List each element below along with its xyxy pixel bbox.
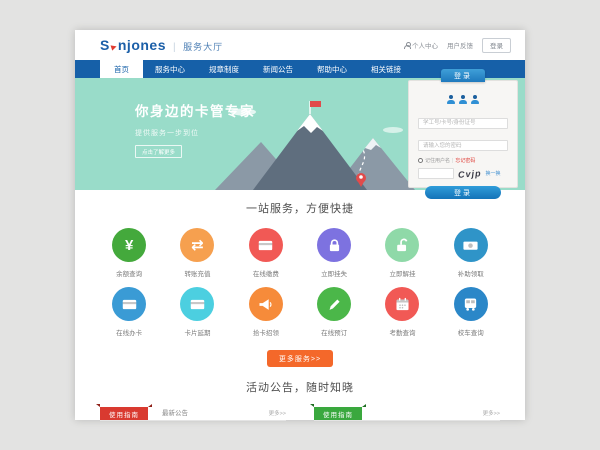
- card-icon: [249, 228, 283, 262]
- login-panel: 登录 记住用户名 | 忘记密码 Cvjp 换一换 登录: [408, 80, 518, 188]
- captcha-input[interactable]: [418, 168, 454, 179]
- person-icon: [404, 42, 410, 49]
- lock-open-icon: [385, 228, 419, 262]
- captcha-refresh-link[interactable]: 换一换: [486, 170, 501, 177]
- announcements-right-column: 使用指南 更多>>: [314, 405, 500, 421]
- pencil-icon: [317, 287, 351, 321]
- more-services-button[interactable]: 更多服务>>: [267, 350, 333, 367]
- tab-usage-guide-right[interactable]: 使用指南: [314, 407, 362, 420]
- service-school-bus-query[interactable]: 校车查询: [437, 287, 505, 337]
- bus-icon: [454, 287, 488, 321]
- announcements-section: 活动公告，随时知晓 使用指南 最新公告 更多>> 使用指南 更多>>: [75, 379, 525, 421]
- card-icon: [180, 287, 214, 321]
- tab-latest-announcements[interactable]: 最新公告: [162, 407, 188, 420]
- synjones-logo[interactable]: S▸njones | 服务大厅: [100, 37, 223, 53]
- service-balance-query[interactable]: ¥ 余额查询: [95, 228, 163, 278]
- more-link-right[interactable]: 更多>>: [483, 409, 500, 420]
- card-icon: [112, 287, 146, 321]
- calendar-icon: [385, 287, 419, 321]
- feedback-link[interactable]: 用户反馈: [447, 40, 473, 50]
- site-name: 服务大厅: [183, 40, 223, 53]
- service-online-payment[interactable]: 在线缴费: [232, 228, 300, 278]
- hero-cta-button[interactable]: 点击了解更多: [135, 145, 182, 158]
- logo-text: S: [100, 37, 110, 53]
- account-input[interactable]: [418, 118, 508, 129]
- services-title: 一站服务，方便快捷: [75, 200, 525, 216]
- nav-item-home[interactable]: 首页: [100, 60, 143, 78]
- service-online-booking[interactable]: 在线预订: [300, 287, 368, 337]
- hero-banner: 你身边的卡管专家 提供服务一步到位 点击了解更多 登录: [75, 78, 525, 190]
- remember-label: 记住用户名: [425, 157, 450, 164]
- yen-icon: ¥: [112, 228, 146, 262]
- announcements-title: 活动公告，随时知晓: [75, 379, 525, 395]
- captcha-image[interactable]: Cvjp: [458, 168, 482, 180]
- password-input[interactable]: [418, 140, 508, 151]
- personal-center-link[interactable]: 个人中心: [404, 40, 438, 50]
- service-card-extension[interactable]: 卡片延期: [163, 287, 231, 337]
- page: S▸njones | 服务大厅 个人中心 用户反馈 登录 首页 服务中心 规章制…: [75, 30, 525, 420]
- service-attendance-query[interactable]: 考勤查询: [368, 287, 436, 337]
- transfer-icon: ⇄: [180, 228, 214, 262]
- nav-item-rules[interactable]: 规章制度: [197, 60, 251, 78]
- nav-item-links[interactable]: 相关链接: [359, 60, 413, 78]
- logo-text: njones: [118, 37, 166, 53]
- users-icon: [418, 95, 508, 104]
- nav-item-news[interactable]: 新闻公告: [251, 60, 305, 78]
- announcements-left-column: 使用指南 最新公告 更多>>: [100, 405, 286, 421]
- service-online-card-apply[interactable]: 在线办卡: [95, 287, 163, 337]
- service-subsidy-collect[interactable]: 补助领取: [437, 228, 505, 278]
- service-report-loss[interactable]: 立即挂失: [300, 228, 368, 278]
- service-transfer-recharge[interactable]: ⇄ 转账充值: [163, 228, 231, 278]
- top-header: S▸njones | 服务大厅 个人中心 用户反馈 登录: [75, 30, 525, 60]
- mountain-illustration: [215, 90, 415, 190]
- banknote-icon: [454, 228, 488, 262]
- service-cancel-loss[interactable]: 立即解挂: [368, 228, 436, 278]
- login-tab[interactable]: 登录: [441, 69, 485, 82]
- megaphone-icon: [249, 287, 283, 321]
- nav-item-service-center[interactable]: 服务中心: [143, 60, 197, 78]
- nav-item-help-center[interactable]: 帮助中心: [305, 60, 359, 78]
- login-submit-button[interactable]: 登录: [425, 186, 501, 199]
- logo-divider: |: [173, 42, 176, 53]
- header-login-button[interactable]: 登录: [482, 38, 511, 53]
- service-found-card-claim[interactable]: 拾卡招领: [232, 287, 300, 337]
- more-link-left[interactable]: 更多>>: [269, 409, 286, 420]
- remember-checkbox[interactable]: [418, 158, 423, 163]
- lock-closed-icon: [317, 228, 351, 262]
- services-section: 一站服务，方便快捷 ¥ 余额查询 ⇄ 转账充值 在线缴费 立即挂失: [75, 190, 525, 379]
- forgot-password-link[interactable]: 忘记密码: [455, 157, 475, 164]
- tab-usage-guide-left[interactable]: 使用指南: [100, 407, 148, 420]
